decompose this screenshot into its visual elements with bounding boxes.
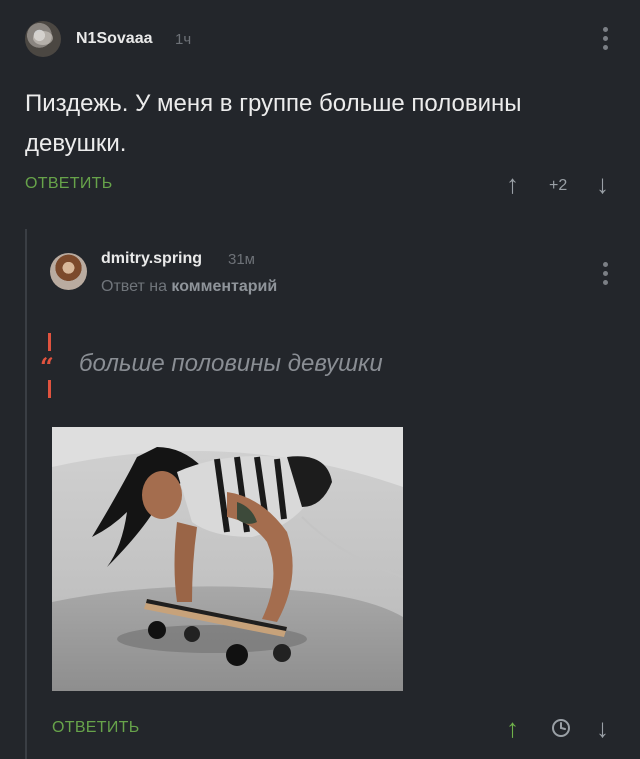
comments-page: N1Sovaaa 1ч Пиздежь. У меня в группе бол… bbox=[0, 0, 640, 759]
skateboarder-photo bbox=[52, 427, 403, 691]
reply-button[interactable]: ОТВЕТИТЬ bbox=[25, 175, 113, 193]
reply-time: 31м bbox=[228, 251, 255, 268]
comment-time: 1ч bbox=[175, 31, 192, 48]
more-vertical-icon[interactable] bbox=[603, 262, 609, 285]
avatar[interactable] bbox=[25, 21, 61, 57]
arrow-up-icon[interactable]: ↑ bbox=[506, 171, 519, 197]
quote-text: больше половины девушки bbox=[79, 350, 383, 377]
reply-button[interactable]: ОТВЕТИТЬ bbox=[52, 719, 140, 737]
thread-line[interactable] bbox=[25, 229, 27, 759]
comment-text: Пиздежь. У меня в группе больше половины… bbox=[25, 90, 522, 157]
avatar[interactable] bbox=[50, 253, 87, 290]
arrow-down-icon[interactable]: ↓ bbox=[596, 715, 609, 741]
comment-score: +2 bbox=[549, 177, 568, 194]
more-vertical-icon[interactable] bbox=[603, 27, 609, 50]
arrow-down-icon[interactable]: ↓ bbox=[596, 171, 609, 197]
clock-icon[interactable] bbox=[551, 718, 571, 738]
quote-bar bbox=[48, 380, 51, 398]
comment-username[interactable]: N1Sovaaa bbox=[76, 30, 153, 48]
reply-to-prefix: Ответ на bbox=[101, 278, 167, 295]
reply-to-line: Ответ на комментарий bbox=[101, 278, 277, 296]
quote-bar bbox=[48, 333, 51, 351]
reply-username[interactable]: dmitry.spring bbox=[101, 250, 202, 268]
arrow-up-icon[interactable]: ↑ bbox=[506, 715, 519, 741]
reply-image[interactable] bbox=[52, 427, 403, 691]
quote-icon: “ bbox=[40, 352, 54, 381]
reply-to-link[interactable]: комментарий bbox=[171, 278, 277, 295]
